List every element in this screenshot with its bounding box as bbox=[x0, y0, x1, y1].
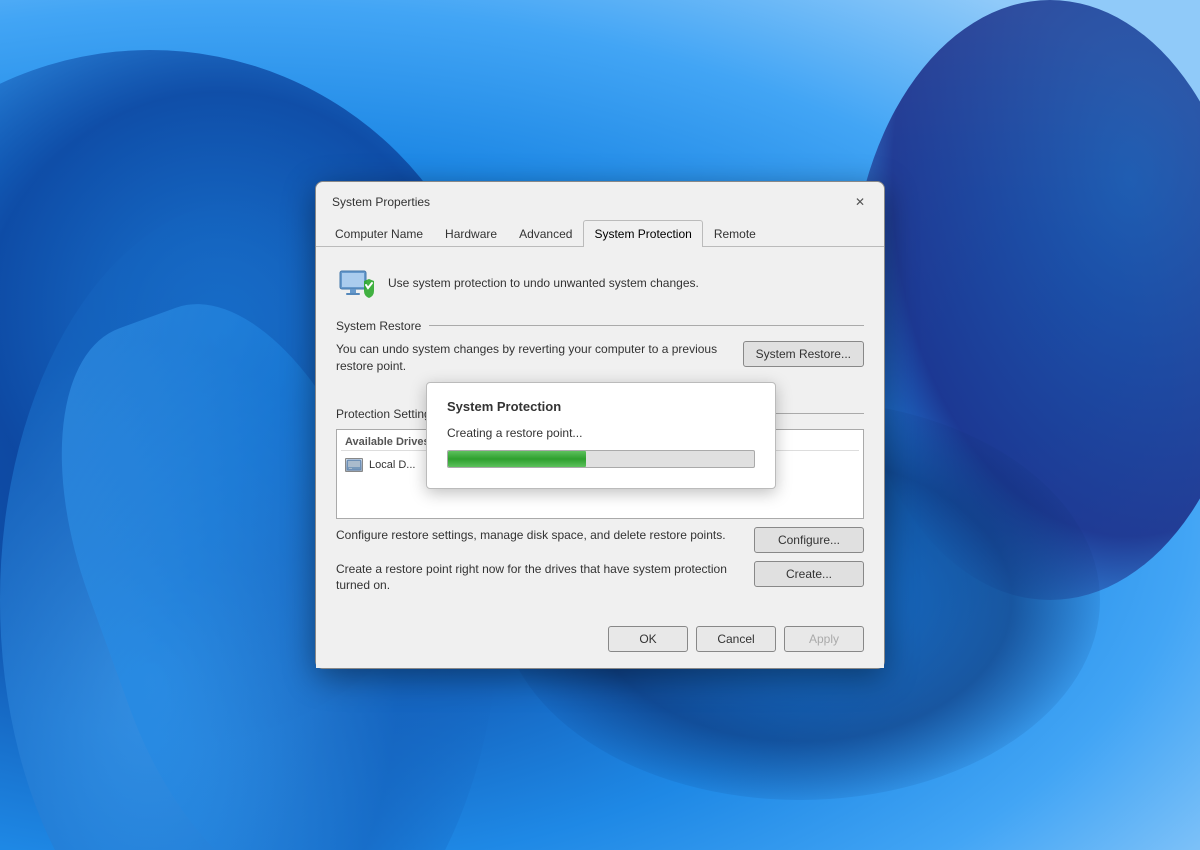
ok-button[interactable]: OK bbox=[608, 626, 688, 652]
configure-text: Configure restore settings, manage disk … bbox=[336, 527, 742, 544]
description-text: Use system protection to undo unwanted s… bbox=[388, 275, 699, 292]
dialog-footer: OK Cancel Apply bbox=[316, 618, 884, 668]
system-restore-row: You can undo system changes by reverting… bbox=[336, 341, 864, 375]
dialog-titlebar: System Properties ✕ bbox=[316, 182, 884, 220]
progress-message: Creating a restore point... bbox=[447, 426, 755, 440]
progress-dialog-title: System Protection bbox=[447, 399, 755, 414]
system-restore-label: System Restore bbox=[336, 319, 421, 333]
drive-name: Local D... bbox=[369, 459, 415, 471]
system-properties-dialog: System Properties ✕ Computer Name Hardwa… bbox=[315, 181, 885, 669]
tabs-bar: Computer Name Hardware Advanced System P… bbox=[316, 220, 884, 247]
tab-system-protection[interactable]: System Protection bbox=[583, 220, 702, 247]
tab-hardware[interactable]: Hardware bbox=[434, 220, 508, 247]
configure-row: Configure restore settings, manage disk … bbox=[336, 527, 864, 553]
cancel-button[interactable]: Cancel bbox=[696, 626, 776, 652]
create-button[interactable]: Create... bbox=[754, 561, 864, 587]
system-restore-text: You can undo system changes by reverting… bbox=[336, 341, 731, 375]
system-restore-section-header: System Restore bbox=[336, 319, 864, 333]
create-row: Create a restore point right now for the… bbox=[336, 561, 864, 595]
progress-dialog: System Protection Creating a restore poi… bbox=[426, 382, 776, 489]
computer-shield-svg bbox=[336, 263, 376, 303]
dialog-overlay: System Properties ✕ Computer Name Hardwa… bbox=[0, 0, 1200, 850]
configure-button[interactable]: Configure... bbox=[754, 527, 864, 553]
protection-settings-label: Protection Settings bbox=[336, 407, 437, 421]
apply-button[interactable]: Apply bbox=[784, 626, 864, 652]
create-text: Create a restore point right now for the… bbox=[336, 561, 742, 595]
system-restore-button[interactable]: System Restore... bbox=[743, 341, 864, 367]
system-protection-icon bbox=[336, 263, 376, 303]
description-row: Use system protection to undo unwanted s… bbox=[336, 263, 864, 303]
tab-computer-name[interactable]: Computer Name bbox=[324, 220, 434, 247]
system-restore-line bbox=[429, 325, 864, 326]
tab-advanced[interactable]: Advanced bbox=[508, 220, 583, 247]
available-drives-header: Available Drives bbox=[345, 436, 430, 448]
progress-bar-track bbox=[447, 450, 755, 468]
progress-bar-fill bbox=[448, 451, 586, 467]
tab-remote[interactable]: Remote bbox=[703, 220, 767, 247]
drive-icon bbox=[345, 458, 363, 472]
drive-svg bbox=[346, 459, 362, 471]
dialog-title: System Properties bbox=[332, 195, 430, 209]
close-button[interactable]: ✕ bbox=[848, 190, 872, 214]
